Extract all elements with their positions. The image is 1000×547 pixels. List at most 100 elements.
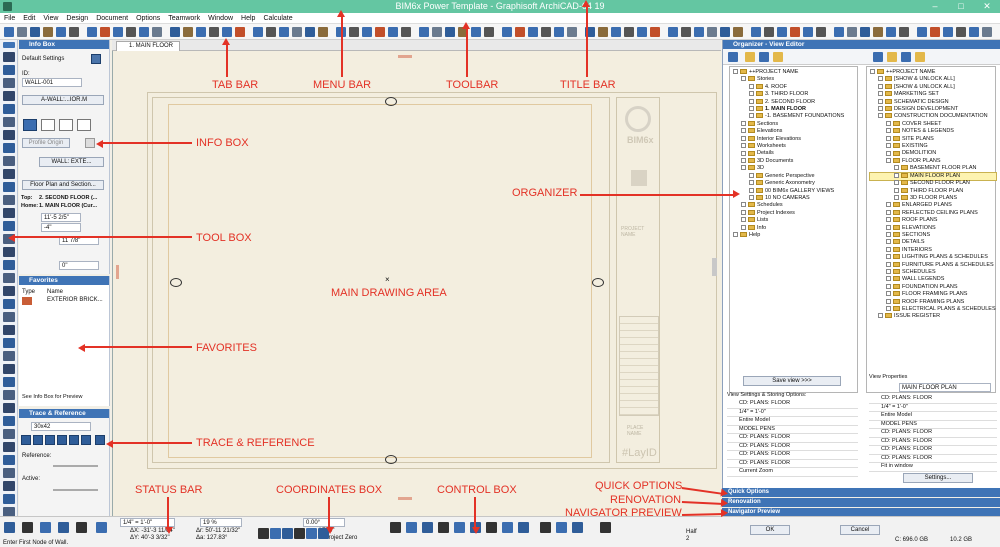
toolbar-button-63-icon[interactable] xyxy=(873,27,883,37)
home-story-value[interactable]: 1. MAIN FLOOR (Cur... xyxy=(39,203,97,209)
expand-toggle-icon[interactable] xyxy=(741,143,746,149)
organizer-toolbar-button-2-icon[interactable] xyxy=(759,52,769,62)
info-box-header[interactable]: Info Box xyxy=(19,40,109,49)
view-map-item[interactable]: MAIN FLOOR PLAN xyxy=(869,171,997,182)
favorites-col-type[interactable]: Type xyxy=(22,289,35,295)
view-setting-row[interactable]: 1/4" = 1'-0" xyxy=(727,409,858,417)
view-map-item[interactable]: COVER SHEET xyxy=(870,121,996,128)
tool-worksheet-icon[interactable] xyxy=(3,455,15,465)
toolbar-button-0-icon[interactable] xyxy=(4,27,14,37)
wall-curve-icon[interactable] xyxy=(41,119,55,131)
project-map-item[interactable]: 00 BIM6x GALLERY VIEWS xyxy=(733,188,844,195)
settings-dialog-icon[interactable] xyxy=(91,54,101,64)
view-setting-row[interactable]: CD: PLANS: FLOOR xyxy=(727,443,858,451)
tool-lamp-icon[interactable] xyxy=(3,247,15,257)
expand-toggle-icon[interactable] xyxy=(878,83,883,89)
bottom-marker-icon[interactable] xyxy=(385,455,397,464)
project-map-item[interactable]: ++PROJECT NAME xyxy=(733,69,844,76)
expand-toggle-icon[interactable] xyxy=(749,91,754,97)
view-setting-row[interactable]: CD: PLANS: FLOOR xyxy=(727,460,858,468)
toolbar-button-39-icon[interactable] xyxy=(541,27,551,37)
view-setting-row[interactable]: Current Zoom xyxy=(727,468,858,477)
organizer-header[interactable]: Organizer - View Editor xyxy=(723,40,1000,49)
view-map-item[interactable]: INTERIORS xyxy=(870,247,996,254)
left-marker-icon[interactable] xyxy=(170,278,182,287)
expand-toggle-icon[interactable] xyxy=(894,165,899,171)
tool-elevation-icon[interactable] xyxy=(3,429,15,439)
profile-icon[interactable] xyxy=(85,138,95,148)
menu-teamwork[interactable]: Teamwork xyxy=(164,13,204,24)
status-control-10-icon[interactable] xyxy=(294,528,305,539)
expand-toggle-icon[interactable] xyxy=(886,217,891,223)
view-map-item[interactable]: ROOF FRAMING PLANS xyxy=(870,299,996,306)
toolbar-button-66-icon[interactable] xyxy=(917,27,927,37)
expand-toggle-icon[interactable] xyxy=(886,120,891,126)
tool-beam-icon[interactable] xyxy=(3,130,15,140)
toolbar-button-64-icon[interactable] xyxy=(886,27,896,37)
expand-toggle-icon[interactable] xyxy=(878,106,883,112)
tool-shell-icon[interactable] xyxy=(3,169,15,179)
toolbar-button-17-icon[interactable] xyxy=(235,27,245,37)
toolbar-button-60-icon[interactable] xyxy=(834,27,844,37)
toolbar-button-4-icon[interactable] xyxy=(56,27,66,37)
view-map-item[interactable]: REFLECTED CEILING PLANS xyxy=(870,210,996,217)
view-map-item[interactable]: SECOND FLOOR PLAN xyxy=(870,180,996,187)
toolbar-button-29-icon[interactable] xyxy=(401,27,411,37)
view-setting-row[interactable]: MODEL PENS xyxy=(869,421,997,429)
tool-arrow-icon[interactable] xyxy=(3,52,15,62)
toolbar-button-54-icon[interactable] xyxy=(751,27,761,37)
view-map-item[interactable]: FOUNDATION PLANS xyxy=(870,284,996,291)
tool-polyline-icon[interactable] xyxy=(3,377,15,387)
project-map-item[interactable]: 3D Documents xyxy=(733,158,844,165)
status-control-0-icon[interactable] xyxy=(4,522,15,533)
toolbar-button-53-icon[interactable] xyxy=(733,27,743,37)
toolbar-button-3-icon[interactable] xyxy=(43,27,53,37)
tool-door-icon[interactable] xyxy=(3,91,15,101)
expand-toggle-icon[interactable] xyxy=(886,283,891,289)
view-setting-row[interactable]: Fit in window xyxy=(869,463,997,472)
renovation-header[interactable]: Renovation xyxy=(722,498,1000,507)
project-map-item[interactable]: 2. SECOND FLOOR xyxy=(733,99,844,106)
view-map-item[interactable]: SCHEDULES xyxy=(870,269,996,276)
expand-toggle-icon[interactable] xyxy=(886,298,891,304)
status-control-15-icon[interactable] xyxy=(422,522,433,533)
status-control-8-icon[interactable] xyxy=(270,528,281,539)
expand-toggle-icon[interactable] xyxy=(741,209,746,215)
expand-toggle-icon[interactable] xyxy=(894,194,899,200)
toolbar-button-22-icon[interactable] xyxy=(305,27,315,37)
tool-hotspot-icon[interactable] xyxy=(3,403,15,413)
view-map-item[interactable]: ELEVATIONS xyxy=(870,225,996,232)
project-map-item[interactable]: Sections xyxy=(733,121,844,128)
view-setting-row[interactable]: 1/4" = 1'-0" xyxy=(869,404,997,412)
toolbar-button-27-icon[interactable] xyxy=(375,27,385,37)
expand-toggle-icon[interactable] xyxy=(886,157,891,163)
project-map-item[interactable]: Lists xyxy=(733,217,844,224)
toolbar-button-68-icon[interactable] xyxy=(943,27,953,37)
toolbar-button-20-icon[interactable] xyxy=(279,27,289,37)
project-map-item[interactable]: Info xyxy=(733,225,844,232)
tool-spline-icon[interactable] xyxy=(3,390,15,400)
expand-toggle-icon[interactable] xyxy=(749,83,754,89)
organizer-toolbar-button-0-icon[interactable] xyxy=(728,52,738,62)
project-map-item[interactable]: 3D xyxy=(733,165,844,172)
tool-drawing-icon[interactable] xyxy=(3,481,15,491)
active-slider[interactable] xyxy=(53,489,98,491)
toolbar-button-49-icon[interactable] xyxy=(681,27,691,37)
expand-toggle-icon[interactable] xyxy=(886,269,891,275)
tool-zone-icon[interactable] xyxy=(3,260,15,270)
id-field[interactable]: WALL-001 xyxy=(22,78,82,87)
favorites-header[interactable]: Favorites xyxy=(19,276,109,285)
toolbar-button-67-icon[interactable] xyxy=(930,27,940,37)
view-map-item[interactable]: ENLARGED PLANS xyxy=(870,202,996,209)
expand-toggle-icon[interactable] xyxy=(878,76,883,82)
menu-calculate[interactable]: Calculate xyxy=(259,13,296,24)
status-control-4-icon[interactable] xyxy=(76,522,87,533)
toolbar-button-9-icon[interactable] xyxy=(126,27,136,37)
toolbar-button-70-icon[interactable] xyxy=(969,27,979,37)
toolbar-button-41-icon[interactable] xyxy=(567,27,577,37)
menu-document[interactable]: Document xyxy=(92,13,132,24)
expand-toggle-icon[interactable] xyxy=(886,202,891,208)
expand-toggle-icon[interactable] xyxy=(886,224,891,230)
view-setting-row[interactable]: CD: PLANS: FLOOR xyxy=(727,400,858,409)
toolbar-button-36-icon[interactable] xyxy=(502,27,512,37)
